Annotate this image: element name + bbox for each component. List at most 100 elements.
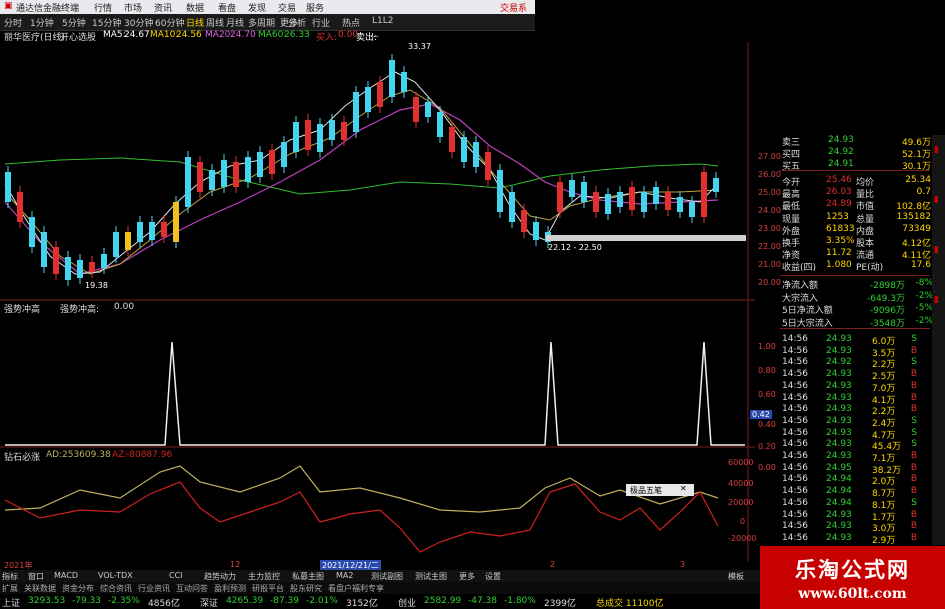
- tab-multi-period[interactable]: 多周期: [248, 16, 275, 29]
- extension-tab[interactable]: 盈利预测: [214, 583, 246, 594]
- flow-value: -9096万: [869, 306, 905, 316]
- tick-time: 14:56: [782, 345, 808, 356]
- ind1-tick: 0.60: [758, 390, 776, 399]
- candle-body: [197, 162, 203, 192]
- tick-time: 14:56: [782, 474, 808, 485]
- indicator-tab-bar: 指标 窗口 MACD VOL-TDX CCI 趋势动力 主力监控 私募主图 MA2 测试副图 测试主…: [0, 570, 760, 582]
- tab-weekly[interactable]: 周线: [206, 16, 224, 29]
- extension-tab[interactable]: 行业资讯: [138, 583, 170, 594]
- sidebar-icon[interactable]: ▮: [934, 295, 939, 305]
- tab-30min[interactable]: 30分钟: [124, 16, 153, 29]
- extension-tab[interactable]: 互动问答: [176, 583, 208, 594]
- stat-row: 现量 1253 总量 135182: [780, 212, 935, 225]
- indicator-tab[interactable]: 测试主图: [415, 571, 447, 582]
- high-price-label: 33.37: [408, 42, 431, 51]
- menu-data[interactable]: 数据: [186, 1, 204, 14]
- tab-l1l2[interactable]: L1L2: [372, 16, 393, 26]
- menu-discover[interactable]: 发现: [248, 1, 266, 14]
- candlesticks[interactable]: [5, 54, 719, 286]
- tick-row: 14:56 24.93 1.7万 B: [780, 509, 935, 523]
- flow-pct: -2%: [915, 290, 933, 301]
- sidebar-icon[interactable]: ▮: [934, 195, 939, 205]
- extension-tab[interactable]: 综合资讯: [100, 583, 132, 594]
- candle-body: [329, 120, 335, 140]
- indicator-tab[interactable]: 窗口: [28, 571, 44, 582]
- tab-15min[interactable]: 15分钟: [92, 16, 121, 29]
- tick-direction: B: [910, 404, 917, 415]
- tab-hotspot[interactable]: 热点: [342, 16, 360, 29]
- right-sidebar[interactable]: ▮ ▮ ▮ ▮: [932, 135, 945, 545]
- tick-direction: S: [911, 427, 917, 438]
- indicator-tab[interactable]: 趋势动力: [204, 571, 236, 582]
- candle-body: [593, 192, 599, 212]
- sidebar-icon[interactable]: ▮: [934, 145, 939, 155]
- tick-direction: B: [910, 392, 917, 403]
- menu-news[interactable]: 资讯: [154, 1, 172, 14]
- sidebar-icon[interactable]: ▮: [934, 245, 939, 255]
- tick-row: 14:56 24.93 4.1万 B: [780, 392, 935, 406]
- tick-price: 24.93: [826, 509, 852, 520]
- tab-60min[interactable]: 60分钟: [155, 16, 184, 29]
- tick-direction: S: [911, 415, 917, 426]
- candle-body: [413, 97, 419, 122]
- tick-time: 14:56: [782, 521, 808, 532]
- tab-timeshare[interactable]: 分时: [4, 16, 22, 29]
- stat-label: 换手: [782, 239, 801, 249]
- app-logo-icon: ▣: [4, 1, 13, 11]
- tick-time: 14:56: [782, 334, 808, 344]
- tab-5min[interactable]: 5分钟: [62, 16, 86, 29]
- menu-market[interactable]: 行情: [94, 1, 112, 14]
- tick-price: 24.93: [826, 369, 852, 380]
- menu-watch[interactable]: 看盘: [218, 1, 236, 14]
- indicator-tab[interactable]: 更多: [459, 571, 475, 582]
- tick-row: 14:56 24.93 4.7万 S: [780, 427, 935, 441]
- indicator-tab[interactable]: MACD: [54, 571, 78, 580]
- candle-body: [497, 170, 503, 212]
- tab-1min[interactable]: 1分钟: [30, 16, 54, 29]
- candle-body: [617, 192, 623, 207]
- trade-link[interactable]: 交易系: [500, 1, 527, 14]
- tab-analysis[interactable]: 分析: [288, 16, 306, 29]
- tick-price: 24.93: [826, 532, 852, 543]
- extension-tab[interactable]: 股东研究: [290, 583, 322, 594]
- indicator-tab[interactable]: MA2: [336, 571, 353, 580]
- tab-monthly[interactable]: 月线: [226, 16, 244, 29]
- divider: [780, 328, 930, 329]
- menu-exchange[interactable]: 市场: [124, 1, 142, 14]
- candle-body: [41, 232, 47, 267]
- tab-industry[interactable]: 行业: [312, 16, 330, 29]
- tick-price: 24.93: [826, 521, 852, 532]
- stat-row: 收益(四) 1.080 PE(动) 17.6: [780, 260, 935, 273]
- tick-row: 14:56 24.92 2.2万 S: [780, 357, 935, 370]
- tick-price: 24.93: [826, 392, 852, 403]
- extension-tab[interactable]: 资金分布: [62, 583, 94, 594]
- indicator-tab[interactable]: 私募主图: [292, 571, 324, 582]
- total-turnover: 总成交 11100亿: [596, 599, 664, 609]
- tick-row: 14:56 24.94 8.7万 B: [780, 486, 935, 499]
- candle-body: [233, 162, 239, 187]
- indicator-tab[interactable]: 主力监控: [248, 571, 280, 582]
- indicator-tab[interactable]: CCI: [169, 571, 183, 580]
- tick-time: 14:56: [782, 357, 808, 368]
- indicator-tab[interactable]: 指标: [2, 571, 18, 582]
- indicator-tab[interactable]: 测试副图: [371, 571, 403, 582]
- extension-tab[interactable]: 看盘户福利专享: [328, 583, 384, 594]
- order-level-row: 卖三 24.93 49.6万: [780, 135, 935, 148]
- ime-popup[interactable]: 极品五笔 ✕: [626, 484, 694, 496]
- extension-tab[interactable]: 关联数据: [24, 583, 56, 594]
- menu-trade[interactable]: 交易: [278, 1, 296, 14]
- template-button[interactable]: 模板: [728, 571, 744, 582]
- indicator-tab[interactable]: 设置: [485, 571, 501, 582]
- index-ticker-bar: 上证 3293.53 -79.33 -2.35% 4856亿 深证 4265.39 -87.3…: [0, 594, 760, 609]
- indicator-tab[interactable]: VOL-TDX: [98, 571, 133, 580]
- ime-close-icon[interactable]: ✕: [680, 484, 687, 493]
- ind2-tick: 60000: [728, 458, 754, 467]
- stat-value: 25.46: [826, 175, 852, 185]
- extension-tab[interactable]: 扩展: [2, 583, 18, 594]
- extension-tab[interactable]: 研报平台: [252, 583, 284, 594]
- menu-service[interactable]: 服务: [306, 1, 324, 14]
- date-tick: 12: [230, 560, 241, 569]
- tick-time: 14:56: [782, 532, 808, 543]
- tick-time: 14:56: [782, 462, 808, 473]
- tab-daily[interactable]: 日线: [186, 16, 204, 29]
